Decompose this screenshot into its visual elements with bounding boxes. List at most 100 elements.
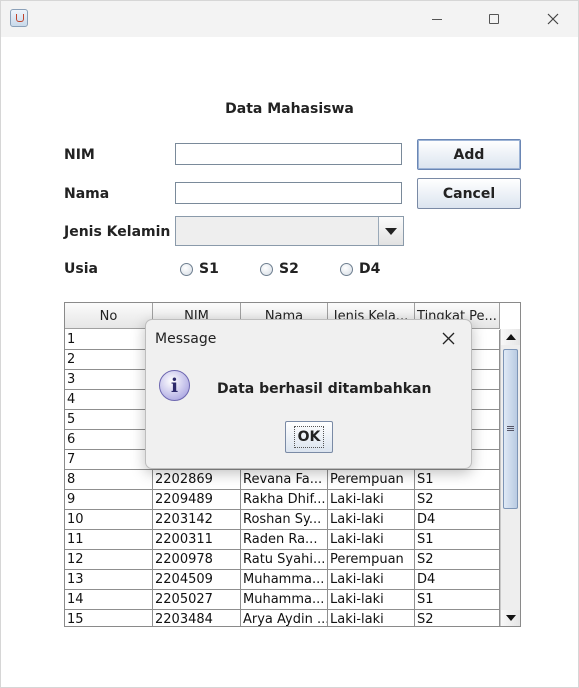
cell-nim[interactable]: 2204509 xyxy=(153,570,241,590)
cell-nim[interactable]: 2200311 xyxy=(153,530,241,550)
cell-tingkat[interactable]: S1 xyxy=(415,590,500,610)
radio-s1-circle[interactable] xyxy=(180,262,193,276)
add-button[interactable]: Add xyxy=(417,139,521,170)
cell-nama[interactable]: Muhamma... xyxy=(241,590,328,610)
cell-no[interactable]: 2 xyxy=(65,350,153,370)
cell-no[interactable]: 3 xyxy=(65,370,153,390)
chevron-down-icon xyxy=(385,227,397,235)
table-row[interactable]: 12 2200978 Ratu Syahi... Perempuan S2 xyxy=(65,550,500,570)
cell-nama[interactable]: Rakha Dhif... xyxy=(241,490,328,510)
table-row[interactable]: 10 2203142 Roshan Sy... Laki-laki D4 xyxy=(65,510,500,530)
jenis-kelamin-combobox[interactable] xyxy=(175,216,404,246)
usia-label: Usia xyxy=(64,261,98,277)
cell-no[interactable]: 4 xyxy=(65,390,153,410)
nama-label: Nama xyxy=(64,186,110,202)
cell-jenis-kelamin[interactable]: Perempuan xyxy=(328,550,415,570)
cell-nim[interactable]: 2203142 xyxy=(153,510,241,530)
cell-nama[interactable]: Revana Fa... xyxy=(241,470,328,490)
cell-no[interactable]: 5 xyxy=(65,410,153,430)
cell-no[interactable]: 14 xyxy=(65,590,153,610)
cell-no[interactable]: 1 xyxy=(65,330,153,350)
cell-nim[interactable]: 2200978 xyxy=(153,550,241,570)
cell-no[interactable]: 9 xyxy=(65,490,153,510)
cell-no[interactable]: 11 xyxy=(65,530,153,550)
cell-tingkat[interactable]: S2 xyxy=(415,610,500,626)
dialog-message: Data berhasil ditambahkan xyxy=(217,381,432,397)
table-row[interactable]: 11 2200311 Raden Ra... Laki-laki S1 xyxy=(65,530,500,550)
arrow-down-icon xyxy=(505,615,516,621)
scrollbar-thumb[interactable] xyxy=(503,349,518,509)
radio-d4[interactable]: D4 xyxy=(340,259,380,279)
cell-no[interactable]: 15 xyxy=(65,610,153,626)
cell-no[interactable]: 10 xyxy=(65,510,153,530)
radio-s2[interactable]: S2 xyxy=(260,259,299,279)
arrow-up-icon xyxy=(505,334,516,340)
cell-tingkat[interactable]: S2 xyxy=(415,550,500,570)
grip-icon xyxy=(507,426,514,427)
cell-nim[interactable]: 2205027 xyxy=(153,590,241,610)
cell-nama[interactable]: Muhamma... xyxy=(241,570,328,590)
dropdown-arrow-button[interactable] xyxy=(378,217,403,245)
radio-s1[interactable]: S1 xyxy=(180,259,219,279)
ok-button-label: OK xyxy=(293,426,325,448)
cell-tingkat[interactable]: D4 xyxy=(415,570,500,590)
close-button[interactable] xyxy=(530,1,576,37)
cell-tingkat[interactable]: S2 xyxy=(415,490,500,510)
cell-nim[interactable]: 2202869 xyxy=(153,470,241,490)
title-bar[interactable] xyxy=(1,1,578,37)
table-row[interactable]: 14 2205027 Muhamma... Laki-laki S1 xyxy=(65,590,500,610)
table-row[interactable]: 15 2203484 Arya Aydin ... Laki-laki S2 xyxy=(65,610,500,626)
info-icon: i xyxy=(159,370,190,401)
radio-d4-circle[interactable] xyxy=(340,262,353,276)
nim-input[interactable] xyxy=(175,143,402,165)
radio-d4-label: D4 xyxy=(359,261,381,277)
close-icon xyxy=(442,332,454,344)
close-icon xyxy=(547,13,559,25)
cancel-button[interactable]: Cancel xyxy=(417,178,521,209)
cell-no[interactable]: 12 xyxy=(65,550,153,570)
cell-no[interactable]: 13 xyxy=(65,570,153,590)
table-row[interactable]: 9 2209489 Rakha Dhif... Laki-laki S2 xyxy=(65,490,500,510)
app-window: Data Mahasiswa NIM Add Nama Cancel Jenis… xyxy=(0,0,579,688)
cell-jenis-kelamin[interactable]: Laki-laki xyxy=(328,530,415,550)
cell-jenis-kelamin[interactable]: Laki-laki xyxy=(328,490,415,510)
cell-tingkat[interactable]: S1 xyxy=(415,470,500,490)
table-row[interactable]: 13 2204509 Muhamma... Laki-laki D4 xyxy=(65,570,500,590)
ok-button[interactable]: OK xyxy=(285,421,333,453)
minimize-button[interactable] xyxy=(414,1,460,37)
cell-jenis-kelamin[interactable]: Laki-laki xyxy=(328,570,415,590)
cell-jenis-kelamin[interactable]: Perempuan xyxy=(328,470,415,490)
scroll-up-button[interactable] xyxy=(501,329,520,345)
maximize-button[interactable] xyxy=(471,1,517,37)
cell-nama[interactable]: Ratu Syahi... xyxy=(241,550,328,570)
vertical-scrollbar[interactable] xyxy=(500,329,520,626)
cell-no[interactable]: 7 xyxy=(65,450,153,470)
nama-input[interactable] xyxy=(175,182,402,204)
cell-nim[interactable]: 2209489 xyxy=(153,490,241,510)
dialog-title: Message xyxy=(155,331,217,347)
jenis-kelamin-label: Jenis Kelamin xyxy=(64,224,171,240)
cell-tingkat[interactable]: D4 xyxy=(415,510,500,530)
cell-jenis-kelamin[interactable]: Laki-laki xyxy=(328,590,415,610)
message-dialog: Message i Data berhasil ditambahkan OK xyxy=(145,319,472,469)
cell-jenis-kelamin[interactable]: Laki-laki xyxy=(328,610,415,626)
cell-tingkat[interactable]: S1 xyxy=(415,530,500,550)
cell-no[interactable]: 6 xyxy=(65,430,153,450)
maximize-icon xyxy=(489,14,499,24)
nim-label: NIM xyxy=(64,147,95,163)
scroll-down-button[interactable] xyxy=(501,610,520,626)
minimize-icon xyxy=(432,18,442,20)
cell-nama[interactable]: Roshan Sy... xyxy=(241,510,328,530)
cell-nama[interactable]: Arya Aydin ... xyxy=(241,610,328,626)
column-header-no[interactable]: No xyxy=(65,303,153,329)
cell-jenis-kelamin[interactable]: Laki-laki xyxy=(328,510,415,530)
java-icon xyxy=(10,9,28,27)
form-title: Data Mahasiswa xyxy=(225,101,354,117)
dialog-close-button[interactable] xyxy=(434,325,462,351)
radio-s2-circle[interactable] xyxy=(260,262,273,276)
table-row[interactable]: 8 2202869 Revana Fa... Perempuan S1 xyxy=(65,470,500,490)
cell-nama[interactable]: Raden Ra... xyxy=(241,530,328,550)
cell-nim[interactable]: 2203484 xyxy=(153,610,241,626)
cell-no[interactable]: 8 xyxy=(65,470,153,490)
radio-s1-label: S1 xyxy=(199,261,219,277)
